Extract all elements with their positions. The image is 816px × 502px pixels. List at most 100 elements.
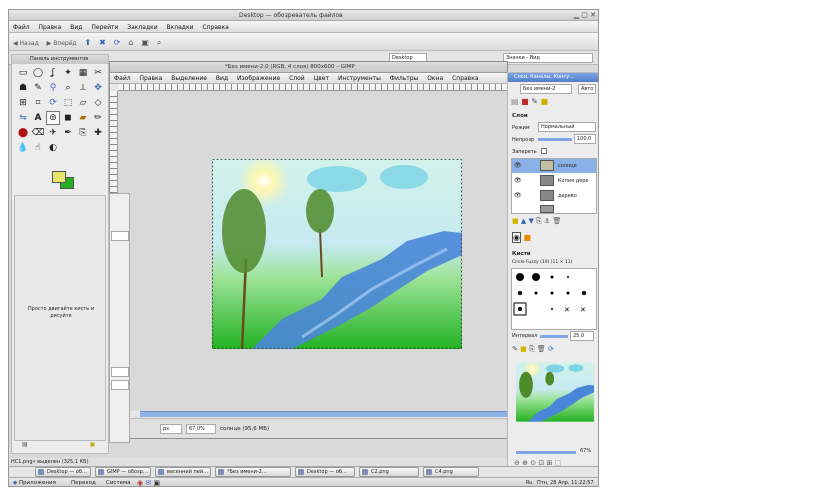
unit-select[interactable]: px	[160, 424, 182, 434]
menu-view[interactable]: Вид	[70, 24, 82, 31]
terminal-launch-icon[interactable]: ▣	[153, 479, 160, 486]
layer-row[interactable]: 👁 Копия дере	[512, 174, 596, 188]
gimp-menu-edit[interactable]: Правка	[140, 75, 163, 82]
scissors-tool-icon[interactable]: ✂	[91, 66, 105, 80]
layers-tab-icon[interactable]: ▤	[511, 97, 519, 106]
task-item[interactable]: GIMP — обозр…	[95, 467, 151, 477]
layer-row[interactable]: 👁 солнце	[512, 159, 596, 173]
ellipse-select-tool-icon[interactable]: ◯	[31, 66, 45, 80]
brush-duplicate-icon[interactable]: ⎘	[529, 345, 535, 353]
task-item[interactable]: весенний пей…	[155, 467, 211, 477]
gimp-menu-windows[interactable]: Окна	[427, 75, 443, 82]
gimp-menu-tools[interactable]: Инструменты	[338, 75, 381, 82]
clone-tool-icon[interactable]: ⎘	[76, 126, 90, 140]
perspective-tool-icon[interactable]: ◇	[91, 96, 105, 110]
foreground-select-tool-icon[interactable]: ☗	[16, 81, 30, 95]
undo-tab-icon[interactable]: ■	[540, 97, 548, 106]
rotate-tool-icon[interactable]: ⟳	[46, 96, 60, 110]
patterns-tab-icon[interactable]: ■	[524, 233, 532, 242]
delete-layer-icon[interactable]: 🗑	[552, 217, 561, 225]
color-select-tool-icon[interactable]: ▦	[76, 66, 90, 80]
gimp-menu-filters[interactable]: Фильтры	[390, 75, 418, 82]
mode-select[interactable]: Нормальный	[538, 122, 596, 132]
opacity-slider[interactable]	[538, 138, 572, 141]
text-tool-icon[interactable]: A	[31, 111, 45, 125]
forward-button[interactable]: ▶ Вперёд	[47, 40, 77, 47]
align-tool-icon[interactable]: ⊞	[16, 96, 30, 110]
nav-zoom-slider[interactable]	[516, 451, 576, 454]
pencil-tool-icon[interactable]: ✏	[91, 111, 105, 125]
duplicate-layer-icon[interactable]: ⎘	[536, 217, 542, 225]
brush-new-icon[interactable]: ■	[520, 345, 527, 353]
new-layer-icon[interactable]: ■	[512, 217, 519, 225]
channels-tab-icon[interactable]: ■	[521, 97, 529, 106]
brush-delete-icon[interactable]: 🗑	[537, 345, 546, 353]
image-select[interactable]: Без имени-2	[520, 84, 572, 94]
task-item[interactable]: Desktop — об…	[295, 467, 355, 477]
brush-grid[interactable]: ✕ ✕	[511, 268, 597, 330]
window-controls[interactable]: ▁ ▢ ✕	[574, 11, 596, 19]
image-canvas[interactable]	[212, 159, 462, 349]
brush-edit-icon[interactable]: ✎	[512, 345, 518, 353]
eraser-tool-icon[interactable]: ⌫	[31, 126, 45, 140]
layer-row[interactable]: 👁 дерево	[512, 189, 596, 203]
stop-icon[interactable]: ✖	[99, 38, 106, 47]
auto-button[interactable]: Авто	[578, 84, 596, 94]
bucket-fill-tool-icon[interactable]: ◼	[61, 111, 75, 125]
menu-bookmarks[interactable]: Закладки	[127, 24, 157, 31]
mail-launch-icon[interactable]: ✉	[145, 479, 151, 486]
spacing-slider[interactable]	[540, 335, 568, 338]
fuzzy-select-tool-icon[interactable]: ✦	[61, 66, 75, 80]
paintbrush-tool-icon[interactable]: ⬤	[16, 126, 30, 140]
raise-layer-icon[interactable]: ▲	[521, 217, 526, 225]
places-menu[interactable]: Переход	[71, 480, 96, 486]
opacity-field[interactable]: 100,0	[574, 134, 596, 144]
move-tool-icon[interactable]: ✥	[91, 81, 105, 95]
task-item[interactable]: С4.png	[423, 467, 479, 477]
layer-row[interactable]	[512, 204, 596, 214]
scale-tool-icon[interactable]: ⬚	[61, 96, 75, 110]
canvas-area[interactable]	[118, 91, 507, 411]
menu-help[interactable]: Справка	[202, 24, 228, 31]
heal-tool-icon[interactable]: ✚	[91, 126, 105, 140]
lower-layer-icon[interactable]: ▼	[528, 217, 533, 225]
free-select-tool-icon[interactable]: ʆ	[46, 66, 60, 80]
menu-edit[interactable]: Правка	[39, 24, 62, 31]
gimp-menu-colors[interactable]: Цвет	[314, 75, 329, 82]
spacing-field[interactable]: 25,0	[570, 331, 594, 341]
task-item[interactable]: Desktop — об…	[35, 467, 91, 477]
cage-tool-icon[interactable]: ⊚	[46, 111, 60, 125]
ink-tool-icon[interactable]: ✒	[61, 126, 75, 140]
color-picker-tool-icon[interactable]: ⚲	[46, 81, 60, 95]
menu-file[interactable]: Файл	[13, 24, 30, 31]
apps-menu[interactable]: ◆ Приложения	[13, 480, 56, 486]
system-menu[interactable]: Система	[106, 480, 131, 486]
clock[interactable]: Птн, 28 Апр, 11:22:57	[537, 480, 594, 486]
search-icon[interactable]: ⌕	[157, 38, 161, 48]
task-item[interactable]: *Без имени-2…	[215, 467, 291, 477]
home-icon[interactable]: ⌂	[128, 38, 133, 47]
dodge-tool-icon[interactable]: ◐	[46, 141, 60, 155]
gimp-menu-view[interactable]: Вид	[216, 75, 228, 82]
language-indicator[interactable]: Ru	[526, 480, 532, 486]
save-options-icon[interactable]: ▤	[22, 441, 28, 448]
zoom-select[interactable]: 67,0%	[186, 424, 216, 434]
zoom-tool-icon[interactable]: ⌕	[61, 81, 75, 95]
airbrush-tool-icon[interactable]: ✈	[46, 126, 60, 140]
browser-launch-icon[interactable]: ◉	[137, 479, 143, 486]
measure-tool-icon[interactable]: ⟂	[76, 81, 90, 95]
eye-icon[interactable]: 👁	[514, 192, 522, 199]
brushes-tab-icon[interactable]: ◉	[512, 232, 521, 243]
up-icon[interactable]: ⬆	[85, 38, 92, 47]
paths-tool-icon[interactable]: ✎	[31, 81, 45, 95]
reset-options-icon[interactable]: ▣	[90, 441, 96, 448]
gimp-menu-help[interactable]: Справка	[452, 75, 478, 82]
zoom-view-select[interactable]: Значки - Вид	[503, 53, 593, 63]
reload-icon[interactable]: ⟳	[114, 38, 121, 47]
foreground-color-swatch[interactable]	[52, 171, 66, 183]
computer-icon[interactable]: ▣	[141, 38, 149, 47]
gimp-menu-file[interactable]: Файл	[114, 75, 131, 82]
horizontal-scrollbar[interactable]	[140, 411, 507, 417]
gimp-menu-select[interactable]: Выделение	[171, 75, 207, 82]
crop-tool-icon[interactable]: ⌗	[31, 96, 45, 110]
